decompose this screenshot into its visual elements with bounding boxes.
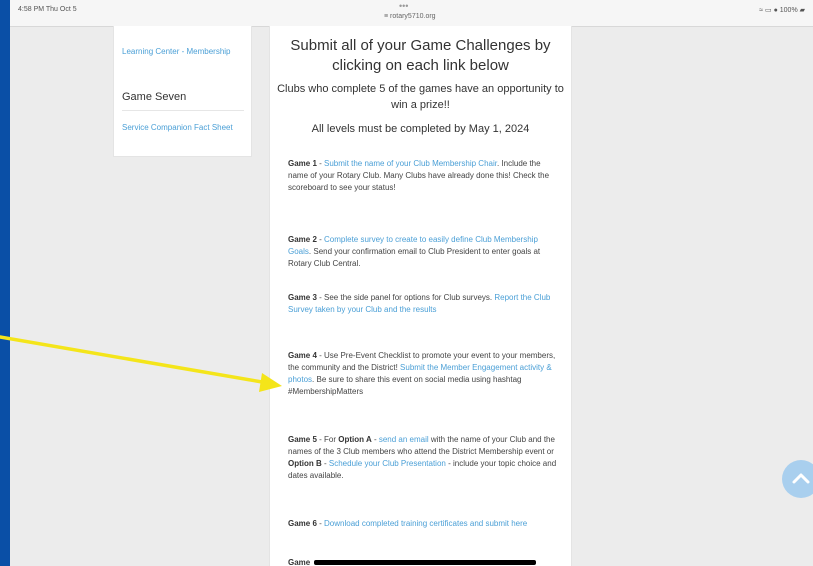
annotation-arrow-icon <box>0 335 282 392</box>
